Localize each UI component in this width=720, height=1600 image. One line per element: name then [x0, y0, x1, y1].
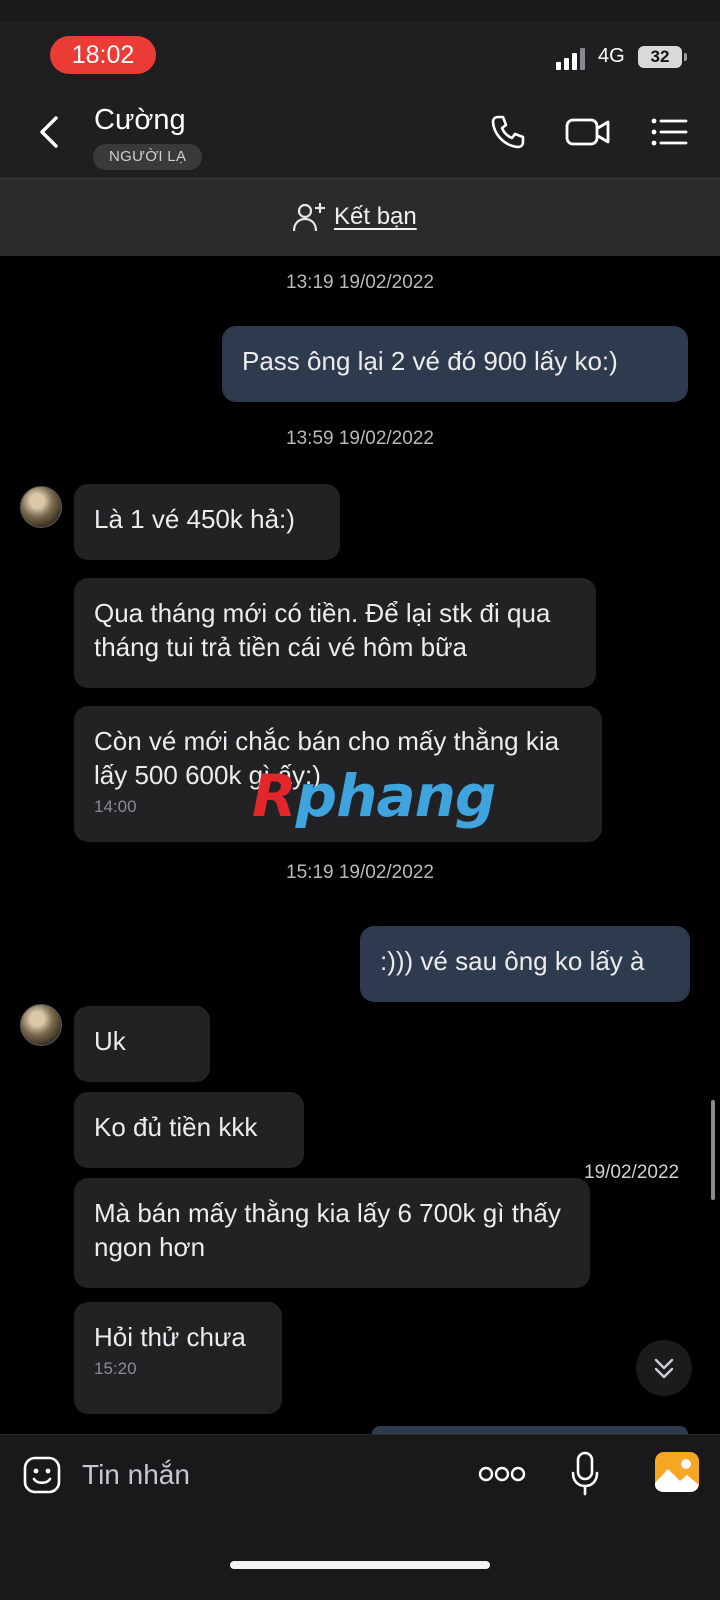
chat-timestamp: 13:59 19/02/2022 [286, 428, 434, 449]
message-text: Uk [94, 1026, 126, 1056]
network-type: 4G [598, 45, 625, 67]
message-bubble-received[interactable]: Hỏi thử chưa 15:20 [74, 1302, 282, 1414]
message-bubble-received[interactable]: Là 1 vé 450k hả:) [74, 484, 340, 560]
contact-avatar[interactable] [20, 1004, 62, 1046]
add-friend-label: Kết bạn [334, 203, 417, 230]
watermark-logo: Rphang [252, 762, 496, 830]
scroll-to-bottom-button[interactable] [636, 1340, 692, 1396]
image-icon[interactable] [654, 1451, 700, 1493]
message-input[interactable] [82, 1451, 442, 1499]
scroll-indicator[interactable] [711, 1100, 715, 1200]
chat-header: Cường NGƯỜI LẠ [0, 86, 720, 178]
message-bubble-sent[interactable]: :))) vé sau ông ko lấy à [360, 926, 690, 1002]
more-dots-icon[interactable] [478, 1463, 526, 1485]
message-text: Ko đủ tiền kkk [94, 1112, 258, 1142]
home-indicator[interactable] [230, 1561, 490, 1569]
message-bubble-received[interactable]: Uk [74, 1006, 210, 1082]
chat-timestamp: 15:19 19/02/2022 [286, 862, 434, 883]
battery-level: 32 [638, 46, 682, 68]
add-friend-bar: Kết bạn [0, 178, 720, 256]
microphone-icon[interactable] [570, 1451, 600, 1497]
add-person-icon [292, 203, 325, 232]
battery-cap [684, 53, 687, 61]
list-menu-icon[interactable] [650, 112, 690, 152]
screen-top-band [0, 0, 720, 22]
contact-avatar[interactable] [20, 486, 62, 528]
phone-screen: 18:02 4G 32 Cường NGƯỜI LẠ Kết bạn 13:19… [0, 22, 720, 1600]
message-bubble-received[interactable]: Qua tháng mới có tiền. Để lại stk đi qua… [74, 578, 596, 688]
message-text: Mà bán mấy thằng kia lấy 6 700k gì thấy … [94, 1198, 561, 1262]
side-date-label: 19/02/2022 [584, 1162, 680, 1183]
add-friend-button[interactable]: Kết bạn [292, 199, 417, 235]
stranger-badge: NGƯỜI LẠ [93, 144, 203, 170]
message-bubble-sent[interactable]: Pass ông lại 2 vé đó 900 lấy ko:) [222, 326, 688, 402]
message-composer [0, 1434, 720, 1600]
phone-icon[interactable] [488, 112, 528, 152]
signal-strength-icon [556, 48, 585, 70]
message-text: Pass ông lại 2 vé đó 900 lấy ko:) [242, 346, 618, 376]
message-text: Qua tháng mới có tiền. Để lại stk đi qua… [94, 598, 551, 662]
status-bar: 18:02 4G 32 [0, 22, 720, 86]
message-bubble-received[interactable]: Ko đủ tiền kkk [74, 1092, 304, 1168]
message-text: Là 1 vé 450k hả:) [94, 504, 295, 534]
emoji-icon[interactable] [22, 1455, 62, 1495]
chevron-double-down-icon [654, 1358, 674, 1379]
contact-name[interactable]: Cường [94, 104, 186, 137]
message-bubble-received[interactable]: Mà bán mấy thằng kia lấy 6 700k gì thấy … [74, 1178, 590, 1288]
message-text: :))) vé sau ông ko lấy à [380, 946, 645, 976]
video-camera-icon[interactable] [564, 112, 612, 152]
status-time: 18:02 [50, 36, 156, 74]
message-text: Hỏi thử chưa [94, 1322, 246, 1352]
chat-timestamp: 13:19 19/02/2022 [286, 272, 434, 293]
message-time: 15:20 [94, 1359, 137, 1378]
back-arrow-icon[interactable] [36, 112, 66, 152]
